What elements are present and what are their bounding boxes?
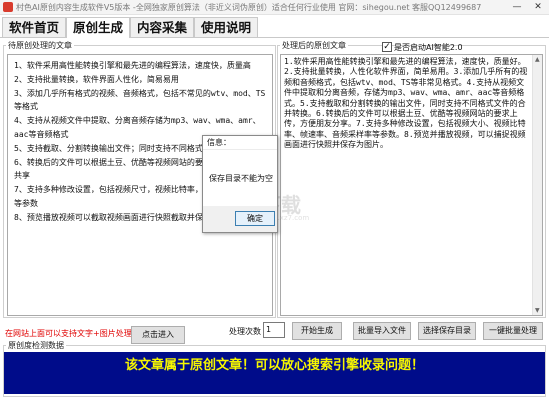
scroll-down-arrow-icon[interactable]: ▼	[535, 307, 540, 314]
result-article-text: 1.软件采用高性能转换引擎和最先进的编程算法，速度快，质量好。2.支持批量转换，…	[284, 57, 528, 150]
close-button[interactable]: ✕	[531, 1, 545, 13]
original-article-label: 待原创处理的文章	[6, 40, 74, 51]
original-paragraph: 1、软件采用高性能转换引擎和最先进的编程算法，速度快，质量高	[14, 61, 251, 70]
choose-save-dir-button[interactable]: 选择保存目录	[418, 322, 476, 340]
app-icon	[3, 2, 13, 12]
title-bar: 村色AI原创内容生成软件V5版本 -全网独家原创算法（非近义词伪原创）适合任何行…	[0, 0, 549, 15]
info-dialog: 信息： 保存目录不能为空 确定	[202, 135, 278, 233]
dialog-ok-button[interactable]: 确定	[235, 211, 275, 226]
tab-original-generate[interactable]: 原创生成	[66, 17, 130, 38]
result-article-label: 处理后的原创文章	[280, 40, 348, 51]
original-paragraph: 2、支持批量转换，软件界面人性化，简易易用	[14, 74, 179, 84]
batch-import-button[interactable]: 批量导入文件	[353, 322, 411, 340]
tab-instructions[interactable]: 使用说明	[194, 17, 258, 37]
one-click-batch-button[interactable]: 一键批量处理	[483, 322, 543, 340]
process-count-label: 处理次数	[229, 327, 261, 336]
dialog-footer: 确定	[203, 206, 277, 232]
tab-home[interactable]: 软件首页	[2, 17, 66, 37]
click-enter-button[interactable]: 点击进入	[131, 326, 185, 344]
originality-detection-label: 原创度检测数据	[6, 340, 66, 351]
process-count-input[interactable]: 1	[263, 322, 285, 338]
tab-content-collect[interactable]: 内容采集	[130, 17, 194, 37]
result-article-textarea[interactable]: 1.软件采用高性能转换引擎和最先进的编程算法，速度快，质量好。2.支持批量转换，…	[280, 54, 543, 316]
originality-result-text: 该文章属于原创文章！可以放心搜索引擎收录问题！	[124, 358, 424, 373]
dialog-message: 保存目录不能为空	[209, 174, 273, 183]
window-title: 村色AI原创内容生成软件V5版本 -全网独家原创算法（非近义词伪原创）适合任何行…	[16, 3, 482, 12]
original-paragraph: 3、添加几乎所有格式的视频、音频格式，包括不常见的wtv、mod、TS等格式	[14, 88, 266, 112]
ai-smart-checkbox[interactable]: ✓	[382, 42, 392, 52]
website-feature-link[interactable]: 在网站上面可以支持文字+图片处理	[5, 328, 132, 339]
result-scrollbar[interactable]: ▲ ▼	[532, 55, 542, 315]
minimize-button[interactable]: —	[510, 1, 524, 13]
start-generate-button[interactable]: 开始生成	[292, 322, 342, 340]
dialog-title: 信息：	[203, 136, 277, 150]
scroll-up-arrow-icon[interactable]: ▲	[535, 56, 540, 63]
ai-smart-checkbox-label: 是否启动AI智能2.0	[394, 43, 463, 52]
originality-result-banner: 该文章属于原创文章！可以放心搜索引擎收录问题！	[4, 352, 545, 394]
